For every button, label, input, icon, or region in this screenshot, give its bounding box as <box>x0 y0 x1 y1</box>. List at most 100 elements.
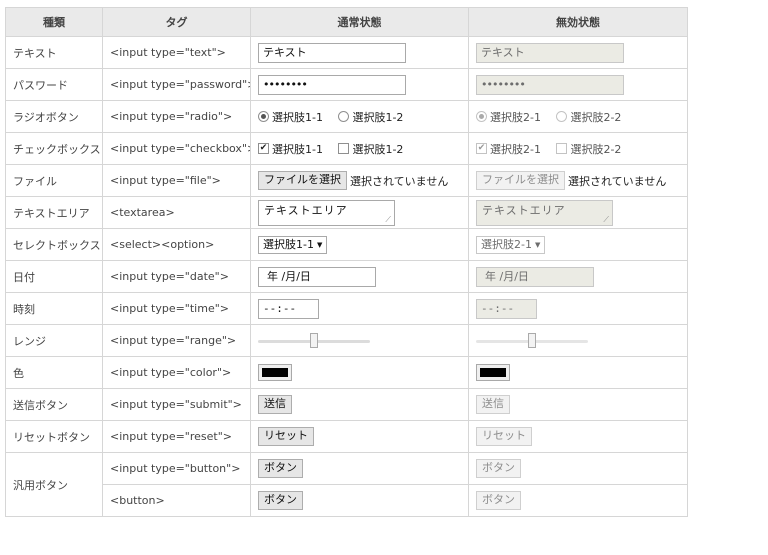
checkbox-label: 選択肢1-2 <box>352 142 404 156</box>
table-row: テキスト <input type="text"> テキスト テキスト <box>5 36 688 69</box>
radio-1-1[interactable] <box>258 111 269 122</box>
disabled-cell: リセット <box>468 420 688 453</box>
kind-cell: リセットボタン <box>5 420 103 453</box>
disabled-cell: 年 /月/日 <box>468 260 688 293</box>
table-row: ラジオボタン <input type="radio"> 選択肢1-1 選択肢1-… <box>5 100 688 133</box>
checkbox-label: 選択肢1-1 <box>272 142 323 156</box>
text-input[interactable]: テキスト <box>258 42 406 63</box>
normal-cell: ボタン <box>250 452 469 485</box>
reset-button[interactable]: リセット <box>258 427 314 446</box>
reset-button-disabled: リセット <box>476 427 532 446</box>
resize-grip-icon: ⟋ <box>603 214 610 224</box>
select-box[interactable]: 選択肢1-1 ▼ <box>258 235 328 254</box>
radio-label: 選択肢1-2 <box>352 110 404 124</box>
disabled-cell: ✔ 選択肢2-1 選択肢2-2 <box>468 132 688 165</box>
kind-cell: レンジ <box>5 324 103 357</box>
kind-cell: ラジオボタン <box>5 100 103 133</box>
password-input[interactable]: •••••••• <box>258 74 406 95</box>
radio-label: 選択肢2-2 <box>570 110 622 124</box>
normal-cell <box>250 324 469 357</box>
date-input[interactable]: 年 /月/日 <box>258 266 376 287</box>
tag-cell: <input type="radio"> <box>102 100 251 133</box>
kind-cell: テキストエリア <box>5 196 103 229</box>
form-controls-table: 種類 タグ 通常状態 無効状態 テキスト <input type="text">… <box>5 7 688 517</box>
tag-cell: <input type="text"> <box>102 36 251 69</box>
resize-grip-icon[interactable]: ⟋ <box>385 215 392 224</box>
normal-cell: •••••••• <box>250 68 469 101</box>
radio-label: 選択肢2-1 <box>490 110 541 124</box>
tag-cell: <select><option> <box>102 228 251 261</box>
color-picker[interactable] <box>258 364 292 381</box>
table-row: パスワード <input type="password"> •••••••• •… <box>5 68 688 101</box>
header-tag: タグ <box>102 7 251 37</box>
normal-cell: --:-- <box>250 292 469 325</box>
disabled-cell: •••••••• <box>468 68 688 101</box>
date-input-disabled: 年 /月/日 <box>476 266 594 287</box>
checkbox-label: 選択肢2-1 <box>490 142 541 156</box>
submit-button[interactable]: 送信 <box>258 395 292 414</box>
color-swatch <box>480 368 506 377</box>
disabled-cell: テキスト <box>468 36 688 69</box>
header-row: 種類 タグ 通常状態 無効状態 <box>5 7 688 37</box>
table-row: 時刻 <input type="time"> --:-- --:-- <box>5 292 688 325</box>
color-swatch <box>262 368 288 377</box>
tag-cell: <button> <box>102 484 251 517</box>
checkbox-1-1-checked-icon[interactable]: ✔ <box>258 143 269 154</box>
checkbox-1-2[interactable] <box>338 143 350 154</box>
disabled-cell <box>468 356 688 389</box>
button-element-disabled: ボタン <box>476 491 521 510</box>
normal-cell: 送信 <box>250 388 469 421</box>
tag-cell: <textarea> <box>102 196 251 229</box>
table-row: テキストエリア <textarea> テキストエリア ⟋ テキストエリア ⟋ <box>5 196 688 229</box>
kind-cell: 送信ボタン <box>5 388 103 421</box>
header-disabled: 無効状態 <box>468 7 688 37</box>
chevron-down-icon: ▼ <box>316 240 323 249</box>
disabled-cell: ボタン <box>468 452 688 485</box>
select-box-disabled: 選択肢2-1 ▼ <box>476 235 546 254</box>
choose-file-button[interactable]: ファイルを選択 <box>258 171 347 190</box>
disabled-cell: ファイルを選択 選択されていません <box>468 164 688 197</box>
time-input[interactable]: --:-- <box>258 298 319 319</box>
table-row: レンジ <input type="range"> <box>5 324 688 357</box>
tag-cell: <input type="reset"> <box>102 420 251 453</box>
disabled-cell: 送信 <box>468 388 688 421</box>
normal-cell <box>250 356 469 389</box>
slider-thumb[interactable] <box>310 332 318 348</box>
tag-cell: <input type="password"> <box>102 68 251 101</box>
select-value: 選択肢1-1 <box>263 237 314 251</box>
table-row: <button> ボタン ボタン <box>6 484 688 517</box>
kind-cell: 時刻 <box>5 292 103 325</box>
table-row: 汎用ボタン <input type="button"> ボタン ボタン <box>5 452 688 517</box>
button-element[interactable]: ボタン <box>258 491 303 510</box>
checkbox-2-1-checked-icon: ✔ <box>476 143 487 154</box>
kind-cell: チェックボックス <box>5 132 103 165</box>
kind-cell: 日付 <box>5 260 103 293</box>
header-normal: 通常状態 <box>250 7 469 37</box>
table-row: セレクトボックス <select><option> 選択肢1-1 ▼ 選択肢2-1… <box>5 228 688 261</box>
tag-cell: <input type="button"> <box>102 452 251 485</box>
tag-cell: <input type="range"> <box>102 324 251 357</box>
radio-1-2[interactable] <box>338 111 350 122</box>
choose-file-button-disabled: ファイルを選択 <box>476 171 565 190</box>
input-button-disabled: ボタン <box>476 459 521 478</box>
tag-cell: <input type="date"> <box>102 260 251 293</box>
text-input-disabled: テキスト <box>476 42 624 63</box>
radio-2-2-disabled <box>556 111 568 122</box>
file-status: 選択されていません <box>350 174 449 188</box>
disabled-cell: ボタン <box>468 484 688 517</box>
normal-cell: 年 /月/日 <box>250 260 469 293</box>
submit-button-disabled: 送信 <box>476 395 510 414</box>
table-row: 日付 <input type="date"> 年 /月/日 年 /月/日 <box>5 260 688 293</box>
disabled-cell: 選択肢2-1 選択肢2-2 <box>468 100 688 133</box>
textarea[interactable]: テキストエリア ⟋ <box>258 199 395 226</box>
kind-cell: テキスト <box>5 36 103 69</box>
disabled-cell: --:-- <box>468 292 688 325</box>
time-input-disabled: --:-- <box>476 298 537 319</box>
normal-cell: テキスト <box>250 36 469 69</box>
normal-cell: 選択肢1-1 ▼ <box>250 228 469 261</box>
tag-cell: <input type="file"> <box>102 164 251 197</box>
input-button[interactable]: ボタン <box>258 459 303 478</box>
range-slider[interactable] <box>258 332 370 349</box>
normal-cell: リセット <box>250 420 469 453</box>
color-picker-disabled <box>476 364 510 381</box>
